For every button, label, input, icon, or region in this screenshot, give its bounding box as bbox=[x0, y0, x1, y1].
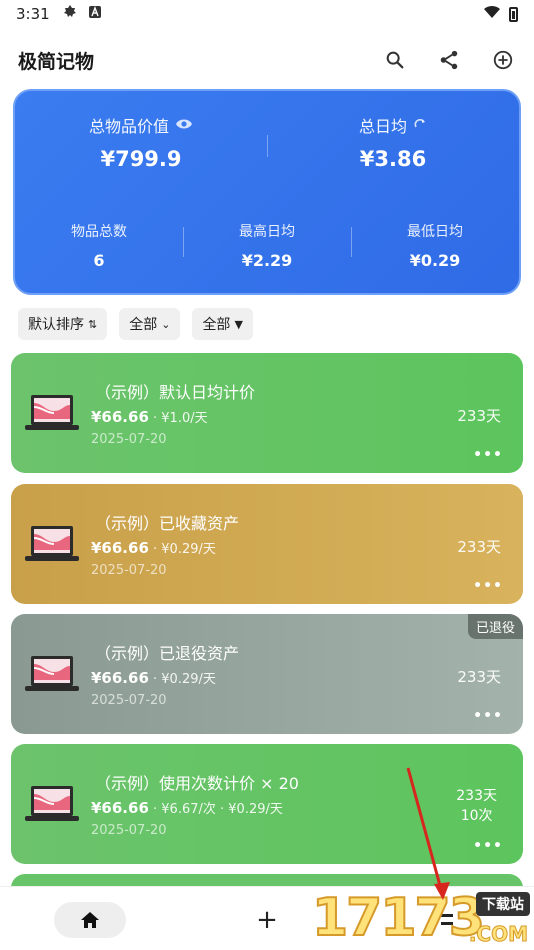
max-daily-value: ¥2.29 bbox=[241, 251, 293, 270]
add-circle-icon bbox=[493, 50, 513, 70]
item-name: （示例）已退役资产 bbox=[95, 644, 240, 663]
page-title: 极简记物 bbox=[18, 50, 95, 73]
eye-icon bbox=[176, 119, 192, 128]
home-icon bbox=[81, 912, 99, 928]
item-price: ¥66.66 bbox=[91, 799, 149, 817]
search-icon bbox=[386, 51, 404, 69]
sort-icon: ⇅ bbox=[88, 317, 98, 331]
item-date: 2025-07-20 bbox=[91, 823, 167, 838]
more-button[interactable]: ••• bbox=[473, 578, 503, 594]
filter-chip[interactable]: 全部 ▼ bbox=[192, 308, 253, 340]
filter-bar: 默认排序 ⇅ 全部 ⌄ 全部 ▼ bbox=[18, 308, 253, 340]
total-value-label: 总物品价值 bbox=[88, 117, 169, 136]
item-date: 2025-07-20 bbox=[91, 693, 167, 708]
share-button[interactable] bbox=[436, 47, 462, 73]
menu-icon bbox=[441, 914, 453, 925]
item-card[interactable]: （示例）已收藏资产 ¥66.66 · ¥0.29/天 2025-07-20 23… bbox=[11, 484, 523, 604]
item-days: 233天 bbox=[457, 668, 501, 686]
item-price: ¥66.66 bbox=[91, 669, 149, 687]
item-days: 233天 bbox=[457, 538, 501, 556]
battery-icon bbox=[509, 6, 518, 22]
search-button[interactable] bbox=[382, 47, 408, 73]
item-date: 2025-07-20 bbox=[91, 563, 167, 578]
item-rate: · ¥6.67/次 · ¥0.29/天 bbox=[148, 802, 283, 817]
item-price: ¥66.66 bbox=[91, 408, 149, 426]
bottom-nav: + bbox=[0, 886, 534, 950]
nav-menu-button[interactable] bbox=[432, 902, 462, 938]
chevron-down-icon: ⌄ bbox=[161, 317, 171, 331]
item-daily-rate: · ¥0.29/天 bbox=[148, 542, 216, 557]
laptop-icon bbox=[25, 526, 79, 561]
settings-status-icon bbox=[62, 4, 78, 24]
daily-avg-section: 总日均 ¥3.86 bbox=[267, 113, 519, 183]
retired-badge: 已退役 bbox=[467, 614, 523, 639]
daily-avg-label: 总日均 bbox=[358, 117, 407, 136]
more-button[interactable]: ••• bbox=[473, 447, 503, 463]
add-item-button[interactable] bbox=[490, 47, 516, 73]
min-daily-value: ¥0.29 bbox=[409, 251, 461, 270]
count-label: 物品总数 bbox=[71, 224, 127, 240]
more-button[interactable]: ••• bbox=[473, 838, 503, 854]
item-name: （示例）使用次数计价 × 20 bbox=[95, 774, 299, 793]
sort-chip[interactable]: 默认排序 ⇅ bbox=[18, 308, 108, 340]
item-price: ¥66.66 bbox=[91, 539, 149, 557]
app-bar: 极简记物 bbox=[0, 38, 534, 82]
min-daily-section: 最低日均 ¥0.29 bbox=[351, 221, 519, 281]
category-chip[interactable]: 全部 ⌄ bbox=[119, 308, 181, 340]
item-date: 2025-07-20 bbox=[91, 432, 167, 447]
max-daily-section: 最高日均 ¥2.29 bbox=[183, 221, 351, 281]
share-icon bbox=[440, 50, 458, 70]
refresh-icon bbox=[414, 118, 425, 127]
screen: 3:31 极简记物 总物品价值 ¥799.9 总日均 ¥3.86 物品总数 6 … bbox=[0, 0, 534, 950]
item-daily-rate: · ¥1.0/天 bbox=[148, 411, 208, 426]
status-time: 3:31 bbox=[16, 5, 50, 23]
category-chip-label: 全部 bbox=[129, 317, 158, 333]
wifi-icon bbox=[483, 5, 501, 23]
nav-add-button[interactable]: + bbox=[252, 902, 282, 938]
refresh-button[interactable] bbox=[413, 116, 427, 135]
item-name: （示例）已收藏资产 bbox=[95, 514, 240, 533]
total-value-section: 总物品价值 ¥799.9 bbox=[15, 113, 267, 183]
min-daily-label: 最低日均 bbox=[407, 224, 463, 240]
eye-toggle-button[interactable] bbox=[175, 116, 193, 135]
item-card[interactable]: 已退役 （示例）已退役资产 ¥66.66 · ¥0.29/天 2025-07-2… bbox=[11, 614, 523, 734]
sort-chip-label: 默认排序 bbox=[28, 317, 84, 333]
laptop-icon bbox=[25, 786, 79, 821]
item-card[interactable]: （示例）使用次数计价 × 20 ¥66.66 · ¥6.67/次 · ¥0.29… bbox=[11, 744, 523, 864]
nav-home-button[interactable] bbox=[54, 902, 126, 938]
summary-card: 总物品价值 ¥799.9 总日均 ¥3.86 物品总数 6 最高日均 ¥2.29… bbox=[13, 89, 521, 295]
count-value: 6 bbox=[93, 251, 105, 270]
filter-icon: ▼ bbox=[234, 317, 243, 331]
status-bar: 3:31 bbox=[0, 0, 534, 28]
count-section: 物品总数 6 bbox=[15, 221, 183, 281]
item-days: 233天 bbox=[456, 788, 497, 804]
daily-avg-value: ¥3.86 bbox=[359, 147, 427, 171]
item-days: 233天 bbox=[457, 407, 501, 425]
laptop-icon bbox=[25, 395, 79, 430]
item-daily-rate: · ¥0.29/天 bbox=[148, 672, 216, 687]
item-name: （示例）默认日均计价 bbox=[95, 383, 256, 402]
total-value: ¥799.9 bbox=[100, 147, 182, 171]
item-uses: 10次 bbox=[460, 808, 493, 824]
laptop-icon bbox=[25, 656, 79, 691]
max-daily-label: 最高日均 bbox=[239, 224, 295, 240]
more-button[interactable]: ••• bbox=[473, 708, 503, 724]
notification-a-icon bbox=[88, 5, 102, 23]
item-card[interactable]: （示例）默认日均计价 ¥66.66 · ¥1.0/天 2025-07-20 23… bbox=[11, 353, 523, 473]
filter-chip-label: 全部 bbox=[202, 317, 231, 333]
